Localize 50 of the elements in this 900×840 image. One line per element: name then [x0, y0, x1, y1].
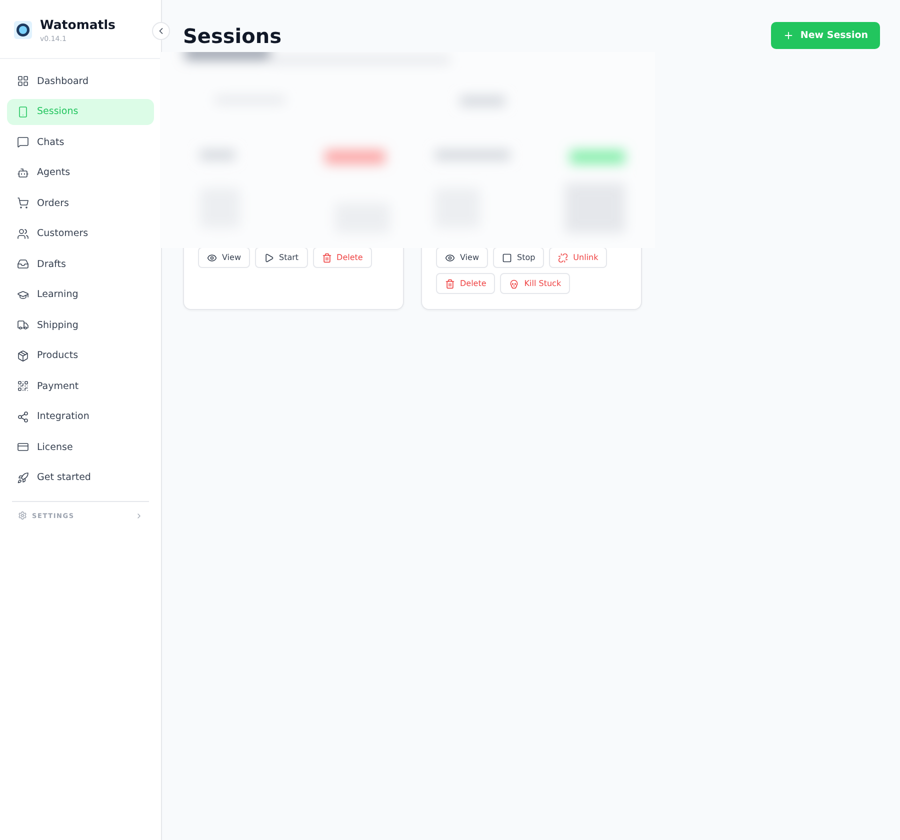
- qr-code-icon: [17, 380, 29, 392]
- graduation-cap-icon: [17, 288, 29, 301]
- nav-item[interactable]: Orders: [7, 190, 154, 216]
- nav-item[interactable]: Payment: [7, 373, 154, 400]
- page-title: Sessions: [183, 24, 282, 48]
- cart-icon: [17, 197, 29, 210]
- logo-icon: [14, 21, 32, 39]
- nav-item[interactable]: License: [7, 434, 154, 460]
- broken-link-icon: [558, 252, 568, 262]
- truck-icon: [17, 319, 29, 332]
- nav-item[interactable]: Get started: [7, 464, 154, 491]
- nav-item[interactable]: Chats: [7, 129, 154, 156]
- action-button[interactable]: View: [198, 247, 250, 268]
- action-button[interactable]: View: [436, 247, 488, 268]
- action-button[interactable]: Kill Stuck: [500, 273, 570, 294]
- grid-icon: [17, 75, 29, 88]
- card-icon: [17, 441, 29, 454]
- plus-icon: [783, 30, 794, 41]
- users-icon: [17, 228, 29, 240]
- nav-item[interactable]: Customers: [7, 220, 154, 247]
- robot-icon: [17, 166, 29, 179]
- nav-item[interactable]: Agents: [7, 160, 154, 186]
- square-icon: [502, 252, 512, 262]
- rocket-icon: [17, 472, 29, 484]
- play-icon: [264, 252, 274, 262]
- box-icon: [17, 350, 29, 362]
- action-button[interactable]: Start: [254, 247, 308, 268]
- chevron-right-icon: [135, 512, 143, 520]
- nav-item[interactable]: Products: [7, 342, 154, 369]
- skull-icon: [509, 278, 520, 288]
- nav-item[interactable]: Drafts: [7, 251, 154, 278]
- nav-item[interactable]: Integration: [7, 404, 154, 430]
- nav-item[interactable]: Shipping: [7, 312, 154, 338]
- settings-icon: [18, 511, 27, 520]
- trash-icon: [445, 278, 455, 288]
- chat-icon: [17, 136, 29, 148]
- phone-icon: [17, 106, 29, 118]
- action-button[interactable]: Stop: [492, 247, 544, 268]
- nav-item[interactable]: Dashboard: [7, 68, 154, 94]
- action-button[interactable]: Delete: [312, 247, 372, 268]
- trash-icon: [322, 252, 332, 262]
- eye-icon: [445, 252, 455, 262]
- action-button[interactable]: Unlink: [549, 247, 608, 268]
- nav-item[interactable]: Learning: [7, 282, 154, 308]
- app-name: Watomatls: [40, 17, 116, 32]
- inbox-icon: [17, 258, 29, 270]
- action-button[interactable]: Delete: [436, 273, 496, 294]
- share-icon: [17, 410, 29, 423]
- eye-icon: [207, 252, 217, 262]
- collapse-button[interactable]: [152, 22, 170, 40]
